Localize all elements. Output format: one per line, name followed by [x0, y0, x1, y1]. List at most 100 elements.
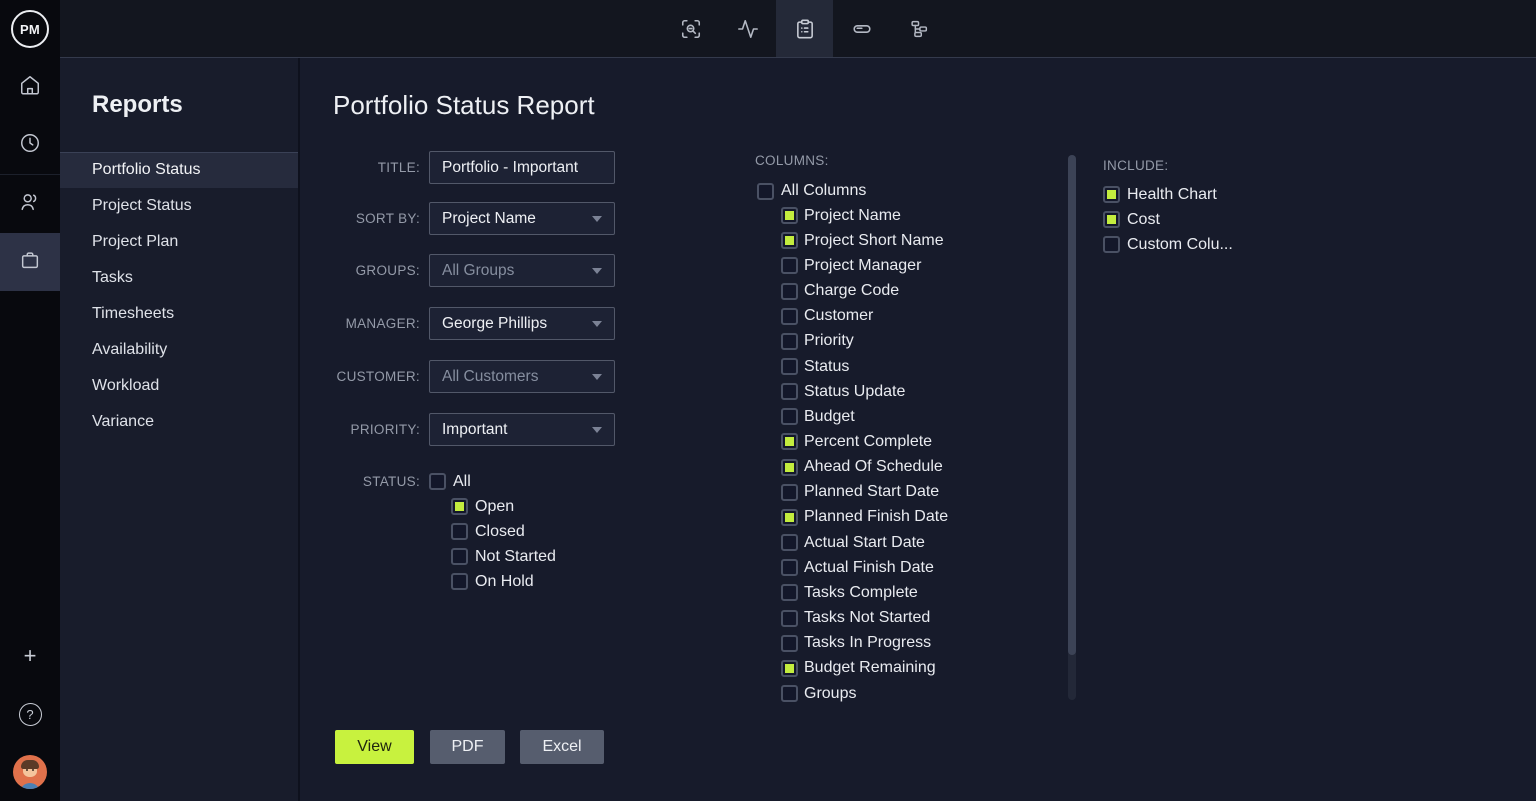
tab-scan-search[interactable]: [662, 0, 719, 57]
checkbox-label: Project Short Name: [804, 232, 944, 250]
status-option-row[interactable]: Not Started: [451, 544, 556, 569]
include-option-row[interactable]: Custom Colu...: [1103, 232, 1233, 257]
sidebar-item-label: Tasks: [92, 269, 133, 287]
checkbox-label: Planned Finish Date: [804, 508, 948, 526]
column-option-row[interactable]: Tasks Complete: [781, 580, 948, 605]
checkbox-label: Tasks Not Started: [804, 609, 930, 627]
sidebar-item[interactable]: Variance: [60, 404, 298, 440]
checkbox[interactable]: [451, 523, 468, 540]
column-option-row[interactable]: Tasks In Progress: [781, 631, 948, 656]
rail-item-help[interactable]: ?: [0, 685, 60, 743]
checkbox[interactable]: [781, 484, 798, 501]
column-option-row[interactable]: Planned Start Date: [781, 480, 948, 505]
column-option-row[interactable]: Tasks Not Started: [781, 606, 948, 631]
checkbox[interactable]: [781, 534, 798, 551]
checkbox[interactable]: [1103, 211, 1120, 228]
column-option-row[interactable]: Budget: [781, 404, 948, 429]
checkbox[interactable]: [781, 358, 798, 375]
checkbox-label: Tasks In Progress: [804, 634, 931, 652]
sidebar-item[interactable]: Portfolio Status: [60, 152, 298, 188]
column-option-row[interactable]: Planned Finish Date: [781, 505, 948, 530]
status-all-row[interactable]: All: [429, 469, 471, 494]
help-icon: ?: [19, 703, 42, 726]
checkbox[interactable]: [781, 408, 798, 425]
include-option-row[interactable]: Cost: [1103, 207, 1233, 232]
view-button[interactable]: View: [335, 730, 414, 764]
all-columns-row[interactable]: All Columns: [757, 178, 866, 204]
rail-item-team[interactable]: [0, 175, 60, 233]
checkbox[interactable]: [781, 635, 798, 652]
tab-timeline[interactable]: [833, 0, 890, 57]
workflow-icon: [908, 18, 930, 40]
column-option-row[interactable]: Status Update: [781, 379, 948, 404]
tab-reports[interactable]: [776, 0, 833, 57]
sidebar-item[interactable]: Timesheets: [60, 296, 298, 332]
chevron-down-icon: [592, 374, 602, 380]
column-option-row[interactable]: Percent Complete: [781, 429, 948, 454]
column-option-row[interactable]: Groups: [781, 681, 948, 706]
checkbox[interactable]: [781, 383, 798, 400]
checkbox[interactable]: [781, 509, 798, 526]
column-option-row[interactable]: Project Manager: [781, 253, 948, 278]
column-option-row[interactable]: Customer: [781, 304, 948, 329]
column-option-row[interactable]: Actual Start Date: [781, 530, 948, 555]
groups-select[interactable]: All Groups: [429, 254, 615, 287]
rail-item-projects[interactable]: [0, 233, 60, 291]
pm-logo[interactable]: PM: [11, 10, 49, 48]
column-option-row[interactable]: Priority: [781, 329, 948, 354]
sidebar-item[interactable]: Workload: [60, 368, 298, 404]
rail-item-home[interactable]: [0, 58, 60, 116]
status-option-row[interactable]: On Hold: [451, 569, 556, 594]
excel-button[interactable]: Excel: [520, 730, 604, 764]
column-option-row[interactable]: Project Name: [781, 203, 948, 228]
rail-item-add[interactable]: +: [0, 627, 60, 685]
status-option-row[interactable]: Closed: [451, 519, 556, 544]
checkbox[interactable]: [1103, 236, 1120, 253]
rail-item-profile[interactable]: [0, 743, 60, 801]
sort-by-select[interactable]: Project Name: [429, 202, 615, 235]
priority-value: Important: [442, 421, 586, 439]
rail-item-time[interactable]: [0, 116, 60, 174]
checkbox[interactable]: [781, 207, 798, 224]
column-option-row[interactable]: Status: [781, 354, 948, 379]
sidebar-item[interactable]: Availability: [60, 332, 298, 368]
checkbox[interactable]: [781, 257, 798, 274]
sidebar-item[interactable]: Project Status: [60, 188, 298, 224]
checkbox[interactable]: [781, 559, 798, 576]
columns-scrollbar[interactable]: [1068, 155, 1076, 700]
checkbox[interactable]: [781, 333, 798, 350]
tab-workflow[interactable]: [890, 0, 947, 57]
checkbox[interactable]: [757, 183, 774, 200]
column-option-row[interactable]: Ahead Of Schedule: [781, 455, 948, 480]
checkbox[interactable]: [1103, 186, 1120, 203]
include-option-row[interactable]: Health Chart: [1103, 182, 1233, 207]
status-option-row[interactable]: Open: [451, 494, 556, 519]
checkbox[interactable]: [451, 573, 468, 590]
checkbox[interactable]: [429, 473, 446, 490]
title-input[interactable]: [429, 151, 615, 184]
checkbox[interactable]: [781, 308, 798, 325]
tab-activity[interactable]: [719, 0, 776, 57]
checkbox[interactable]: [781, 433, 798, 450]
customer-select[interactable]: All Customers: [429, 360, 615, 393]
column-option-row[interactable]: Budget Remaining: [781, 656, 948, 681]
checkbox[interactable]: [451, 498, 468, 515]
sidebar-item[interactable]: Project Plan: [60, 224, 298, 260]
priority-select[interactable]: Important: [429, 413, 615, 446]
checkbox[interactable]: [781, 459, 798, 476]
manager-select[interactable]: George Phillips: [429, 307, 615, 340]
scrollbar-thumb[interactable]: [1068, 155, 1076, 655]
checkbox[interactable]: [781, 610, 798, 627]
checkbox[interactable]: [451, 548, 468, 565]
sidebar-item-label: Workload: [92, 377, 159, 395]
column-option-row[interactable]: Actual Finish Date: [781, 555, 948, 580]
checkbox[interactable]: [781, 584, 798, 601]
checkbox[interactable]: [781, 685, 798, 702]
sidebar-item[interactable]: Tasks: [60, 260, 298, 296]
column-option-row[interactable]: Project Short Name: [781, 228, 948, 253]
checkbox[interactable]: [781, 232, 798, 249]
pdf-button[interactable]: PDF: [430, 730, 505, 764]
checkbox[interactable]: [781, 283, 798, 300]
column-option-row[interactable]: Charge Code: [781, 278, 948, 303]
checkbox[interactable]: [781, 660, 798, 677]
